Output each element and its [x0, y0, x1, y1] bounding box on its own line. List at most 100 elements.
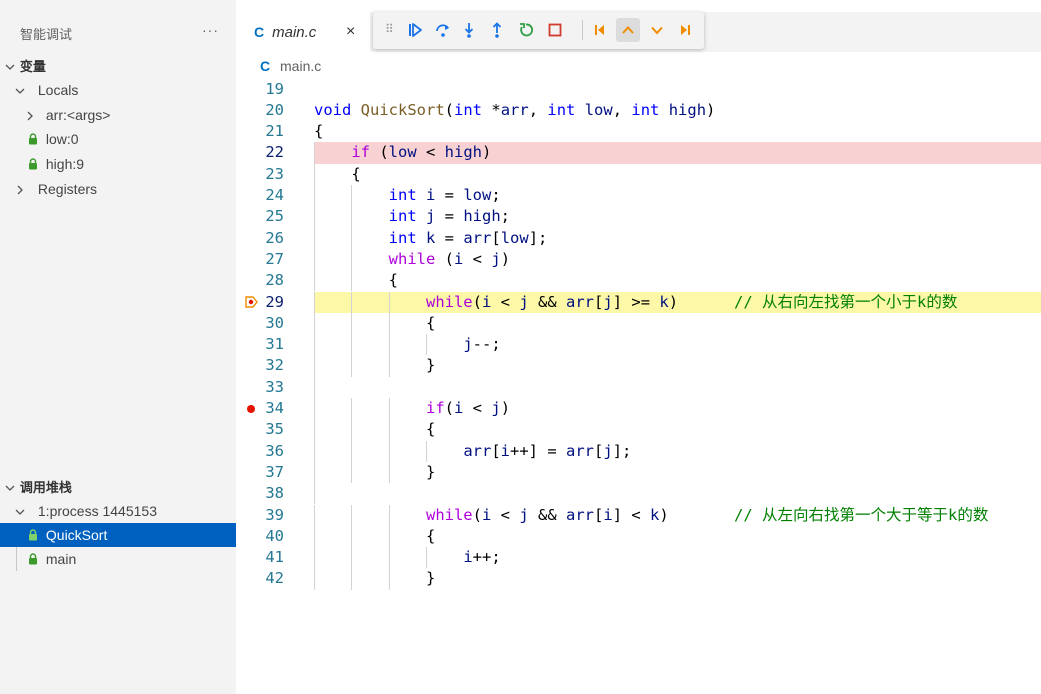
toolbar-separator: [582, 20, 583, 40]
process-item[interactable]: 1:process 1445153: [0, 499, 236, 523]
go-to-top-icon[interactable]: [588, 18, 612, 42]
code-line[interactable]: 38: [236, 483, 1041, 505]
locals-scope[interactable]: Locals: [0, 78, 236, 102]
code-text: int k = arr[low];: [388, 228, 548, 247]
line-highlight: [314, 121, 1041, 142]
drag-handle-icon[interactable]: ⠿: [385, 22, 394, 36]
step-back-icon[interactable]: [616, 18, 640, 42]
code-line[interactable]: 31 j--;: [236, 334, 1041, 356]
code-line[interactable]: 35 {: [236, 419, 1041, 441]
glyph-margin[interactable]: [236, 228, 266, 249]
line-number: 25: [265, 207, 284, 226]
glyph-margin[interactable]: [236, 355, 266, 376]
code-line[interactable]: 29 while(i < j && arr[j] >= k) // 从右向左找第…: [236, 291, 1041, 313]
variable-low[interactable]: low:0: [0, 127, 236, 151]
tab-main-c[interactable]: C main.c ×: [236, 12, 370, 52]
code-line[interactable]: 36 arr[i++] = arr[j];: [236, 440, 1041, 462]
stop-icon[interactable]: [543, 18, 567, 42]
variables-section-header[interactable]: 变量: [0, 54, 236, 78]
stack-frame-quicksort[interactable]: QuickSort: [0, 523, 236, 547]
breakpoint-icon[interactable]: [236, 398, 266, 419]
glyph-margin[interactable]: [236, 526, 266, 547]
line-number: 42: [265, 569, 284, 588]
glyph-margin[interactable]: [236, 164, 266, 185]
step-over-icon[interactable]: [431, 18, 455, 42]
close-icon[interactable]: ×: [346, 23, 355, 41]
variable-high[interactable]: high:9: [0, 152, 236, 176]
glyph-margin[interactable]: [236, 142, 266, 163]
step-into-icon[interactable]: [457, 18, 481, 42]
variable-arr[interactable]: arr:<args>: [0, 103, 236, 127]
line-number: 33: [265, 377, 284, 396]
code-line[interactable]: 39 while(i < j && arr[i] < k) // 从左向右找第一…: [236, 504, 1041, 526]
code-line[interactable]: 19: [236, 79, 1041, 100]
code-line[interactable]: 24 int i = low;: [236, 185, 1041, 207]
code-text: {: [314, 526, 436, 545]
code-line[interactable]: 30 {: [236, 312, 1041, 335]
glyph-margin[interactable]: [236, 270, 266, 291]
glyph-margin[interactable]: [236, 334, 266, 355]
glyph-margin[interactable]: [236, 505, 266, 526]
code-text: int j = high;: [388, 207, 511, 226]
code-line[interactable]: 22 if (low < high): [236, 142, 1041, 164]
code-line[interactable]: 25 int j = high;: [236, 206, 1041, 228]
go-to-end-icon[interactable]: [673, 18, 697, 42]
glyph-margin[interactable]: [236, 121, 266, 142]
glyph-margin[interactable]: [236, 462, 266, 483]
glyph-margin[interactable]: [236, 547, 266, 568]
continue-icon[interactable]: [403, 18, 427, 42]
code-line[interactable]: 27 while (i < j): [236, 248, 1041, 271]
glyph-margin[interactable]: [236, 483, 266, 504]
registers-scope[interactable]: Registers: [0, 177, 236, 201]
code-line[interactable]: 37 }: [236, 461, 1041, 484]
line-highlight: [314, 377, 1041, 398]
glyph-margin[interactable]: [236, 249, 266, 270]
callstack-section-header[interactable]: 调用堆栈: [0, 475, 236, 499]
glyph-margin[interactable]: [236, 419, 266, 440]
variable-label: arr:<args>: [45, 107, 111, 123]
code-text: arr[i++] = arr[j];: [463, 441, 632, 460]
stack-frame-main[interactable]: main: [0, 547, 236, 571]
code-text: }: [314, 462, 436, 481]
code-line[interactable]: 21 {: [236, 121, 1041, 142]
process-label: 1:process 1445153: [37, 503, 157, 519]
lock-icon: [28, 153, 38, 170]
code-line[interactable]: 33: [236, 376, 1041, 398]
more-actions-icon[interactable]: ···: [202, 22, 219, 38]
current-breakpoint-icon[interactable]: [236, 292, 266, 313]
chevron-down-icon: [4, 61, 16, 73]
code-line[interactable]: 20 void QuickSort(int *arr, int low, int …: [236, 100, 1041, 121]
code-line[interactable]: 23 {: [236, 163, 1041, 185]
code-line[interactable]: 34 if(i < j): [236, 398, 1041, 420]
code-editor[interactable]: 19 20 void QuickSort(int *arr, int low, in…: [236, 78, 1041, 592]
chevron-down-icon: [14, 85, 26, 97]
code-text: }: [314, 569, 436, 588]
step-out-icon[interactable]: [485, 18, 509, 42]
line-number: 35: [265, 420, 284, 439]
code-line[interactable]: 32 }: [236, 355, 1041, 377]
code-line[interactable]: 42 }: [236, 568, 1041, 590]
code-text: {: [314, 122, 324, 141]
glyph-margin[interactable]: [236, 568, 266, 589]
step-down-icon[interactable]: [645, 18, 669, 42]
code-line[interactable]: 28 {: [236, 270, 1041, 292]
line-number: 39: [265, 505, 284, 524]
code-line[interactable]: 41 i++;: [236, 547, 1041, 569]
registers-label: Registers: [37, 181, 98, 197]
code-text: {: [314, 164, 361, 183]
indent-guide: [314, 483, 315, 505]
code-line[interactable]: 26 int k = arr[low];: [236, 227, 1041, 249]
glyph-margin[interactable]: [236, 185, 266, 206]
glyph-margin[interactable]: [236, 79, 266, 100]
line-number: 19: [265, 79, 284, 98]
glyph-margin[interactable]: [236, 100, 266, 121]
code-line[interactable]: 40 {: [236, 525, 1041, 548]
code-text: }: [314, 356, 436, 375]
breadcrumb[interactable]: C main.c: [236, 54, 1041, 78]
glyph-margin[interactable]: [236, 441, 266, 462]
tab-label: main.c: [272, 23, 317, 41]
glyph-margin[interactable]: [236, 313, 266, 334]
restart-icon[interactable]: [514, 18, 538, 42]
glyph-margin[interactable]: [236, 377, 266, 398]
glyph-margin[interactable]: [236, 206, 266, 227]
